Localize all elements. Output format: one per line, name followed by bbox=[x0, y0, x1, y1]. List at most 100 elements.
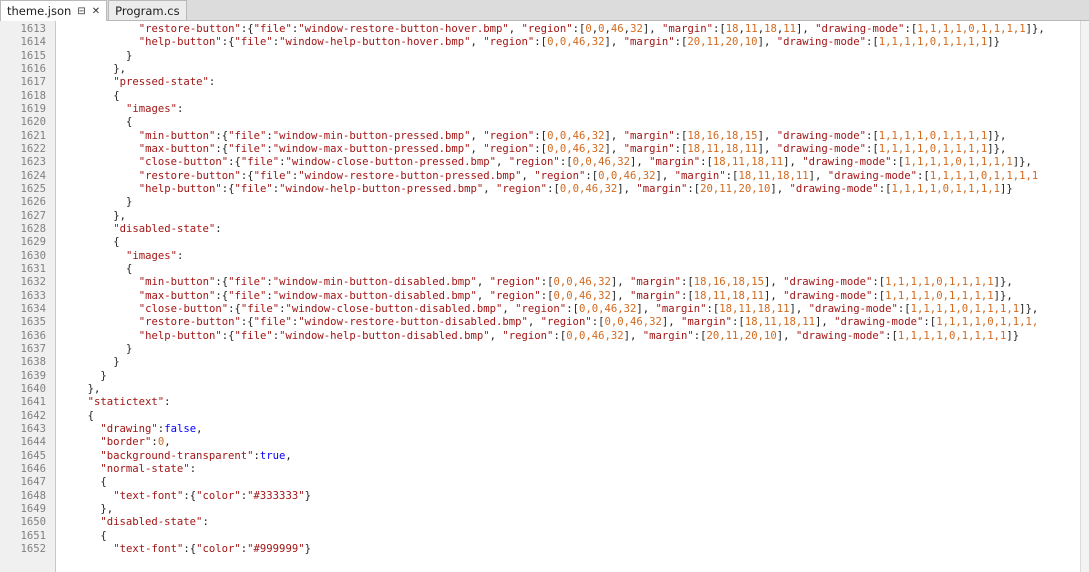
code-line[interactable]: 1627}, bbox=[0, 210, 1089, 223]
code-token: :[ bbox=[904, 23, 918, 35]
code-token: ], bbox=[623, 329, 643, 342]
code-line[interactable]: 1613 "restore-button":{"file":"window-res… bbox=[0, 23, 1089, 36]
code-token: :{ bbox=[221, 182, 235, 195]
code-token: :[ bbox=[547, 182, 560, 195]
line-number: 1617 bbox=[20, 76, 46, 89]
code-token: "margin" bbox=[623, 129, 675, 142]
code-line[interactable]: 1630 "images": bbox=[0, 250, 1089, 263]
code-text: "statictext": bbox=[88, 396, 171, 409]
code-line[interactable]: 1632 "min-button":{"file":"window-min-but… bbox=[0, 276, 1089, 289]
code-text: "min-button":{"file":"window-min-button-… bbox=[139, 130, 1007, 143]
code-token: :[ bbox=[872, 276, 886, 289]
code-line[interactable]: 1618 { bbox=[0, 90, 1089, 103]
code-line[interactable]: 1644 "border":0, bbox=[0, 436, 1089, 449]
code-token: "drawing-mode" bbox=[783, 276, 873, 289]
code-editor[interactable]: 1613 "restore-button":{"file":"window-res… bbox=[0, 21, 1089, 572]
code-token: :[ bbox=[540, 289, 554, 302]
code-line[interactable]: 1635 "restore-button":{"file":"window-res… bbox=[0, 316, 1089, 329]
code-token: "max-button" bbox=[138, 142, 216, 155]
code-line[interactable]: 1629 { bbox=[0, 236, 1089, 249]
code-line[interactable]: 1650 "disabled-state": bbox=[0, 516, 1089, 529]
code-token: , bbox=[470, 129, 484, 142]
close-icon[interactable]: ✕ bbox=[92, 6, 100, 17]
code-token: :[ bbox=[681, 276, 694, 289]
code-token: "file" bbox=[234, 36, 273, 49]
code-line[interactable]: 1619 "images": bbox=[0, 103, 1089, 116]
code-token: "file" bbox=[240, 156, 280, 169]
code-line[interactable]: 1628 "disabled-state": bbox=[0, 223, 1089, 236]
code-line[interactable]: 1648 "text-font":{"color":"#333333"} bbox=[0, 490, 1089, 503]
code-line[interactable]: 1631 { bbox=[0, 263, 1089, 276]
code-line[interactable]: 1622 "max-button":{"file":"window-max-but… bbox=[0, 143, 1089, 156]
code-line[interactable]: 1633 "max-button":{"file":"window-max-but… bbox=[0, 290, 1089, 303]
code-line[interactable]: 1649}, bbox=[0, 503, 1089, 516]
vertical-scrollbar[interactable] bbox=[1080, 21, 1089, 572]
code-token: 1,1,1,1,0,1,1,1,1 bbox=[917, 23, 1026, 35]
code-line[interactable]: 1638} bbox=[0, 356, 1089, 369]
code-token: ]}, bbox=[1025, 23, 1045, 35]
code-token: :[ bbox=[687, 182, 701, 195]
line-number: 1643 bbox=[20, 422, 46, 435]
code-line[interactable]: 1625 "help-button":{"file":"window-help-b… bbox=[0, 183, 1089, 196]
code-text: "images": bbox=[126, 250, 183, 263]
code-line[interactable]: 1623 "close-button":{"file":"window-close… bbox=[0, 156, 1089, 169]
code-text: { bbox=[126, 116, 132, 129]
code-line[interactable]: 1652 "text-font":{"color":"#999999"} bbox=[0, 543, 1089, 556]
line-number: 1628 bbox=[20, 222, 46, 235]
code-line[interactable]: 1624 "restore-button":{"file":"window-res… bbox=[0, 170, 1089, 183]
code-token: "drawing-mode" bbox=[776, 36, 867, 49]
code-line[interactable]: 1617 "pressed-state": bbox=[0, 76, 1089, 89]
code-token: 18,11,18,11 bbox=[738, 169, 809, 182]
line-number: 1634 bbox=[20, 302, 46, 315]
code-text: "close-button":{"file":"window-close-but… bbox=[139, 303, 1038, 316]
code-token: } bbox=[304, 542, 311, 555]
code-token: 32 bbox=[630, 23, 643, 35]
pin-icon[interactable]: ⊟ bbox=[77, 6, 85, 17]
code-line[interactable]: 1634 "close-button":{"file":"window-close… bbox=[0, 303, 1089, 316]
code-line[interactable]: 1651 { bbox=[0, 530, 1089, 543]
line-number: 1623 bbox=[20, 156, 46, 169]
code-text: "disabled-state": bbox=[113, 223, 221, 236]
code-line[interactable]: 1636 "help-button":{"file":"window-help-b… bbox=[0, 330, 1089, 343]
code-text: "text-font":{"color":"#333333"} bbox=[113, 490, 311, 503]
tab-theme-json[interactable]: theme.json ⊟ ✕ bbox=[0, 0, 108, 21]
code-token: "help-button" bbox=[138, 36, 222, 49]
line-number: 1641 bbox=[20, 396, 46, 409]
code-line[interactable]: 1641 "statictext": bbox=[0, 396, 1089, 409]
code-line[interactable]: 1615} bbox=[0, 50, 1089, 63]
code-token: ], bbox=[636, 302, 656, 315]
code-token: , bbox=[489, 329, 503, 342]
code-token: 20,11,20,10 bbox=[706, 329, 777, 342]
code-token: :[ bbox=[866, 129, 879, 142]
code-line[interactable]: 1626} bbox=[0, 196, 1089, 209]
code-line[interactable]: 1645 "background-transparent":true, bbox=[0, 450, 1089, 463]
code-line[interactable]: 1640}, bbox=[0, 383, 1089, 396]
code-line[interactable]: 1621 "min-button":{"file":"window-min-but… bbox=[0, 130, 1089, 143]
code-line[interactable]: 1642 { bbox=[0, 410, 1089, 423]
line-number: 1648 bbox=[20, 489, 46, 502]
tab-program-cs[interactable]: Program.cs bbox=[108, 0, 187, 20]
code-token: 1,1,1,1,0,1,1,1,1 bbox=[878, 142, 988, 155]
code-token: 1,1,1,1,0,1,1,1,1 bbox=[897, 329, 1007, 342]
code-line[interactable]: 1647 { bbox=[0, 476, 1089, 489]
code-line[interactable]: 1639} bbox=[0, 370, 1089, 383]
code-line[interactable]: 1616}, bbox=[0, 63, 1089, 76]
code-token: ], bbox=[642, 23, 662, 35]
code-token: } bbox=[113, 356, 120, 369]
code-token: , bbox=[508, 23, 522, 35]
code-line[interactable]: 1637} bbox=[0, 343, 1089, 356]
code-token: "border" bbox=[100, 436, 152, 449]
line-number: 1649 bbox=[20, 502, 46, 515]
code-line[interactable]: 1646 "normal-state": bbox=[0, 463, 1089, 476]
line-number: 1629 bbox=[20, 236, 46, 249]
line-number: 1613 bbox=[20, 23, 46, 35]
code-token: ], bbox=[763, 276, 784, 289]
code-line[interactable]: 1620 { bbox=[0, 116, 1089, 129]
code-token: "margin" bbox=[649, 156, 701, 169]
code-token: "restore-button" bbox=[138, 23, 241, 35]
code-token: :[ bbox=[534, 142, 548, 155]
code-token: :[ bbox=[681, 289, 694, 302]
code-token: :{ bbox=[215, 276, 229, 289]
code-line[interactable]: 1614 "help-button":{"file":"window-help-b… bbox=[0, 36, 1089, 49]
code-line[interactable]: 1643 "drawing":false, bbox=[0, 423, 1089, 436]
